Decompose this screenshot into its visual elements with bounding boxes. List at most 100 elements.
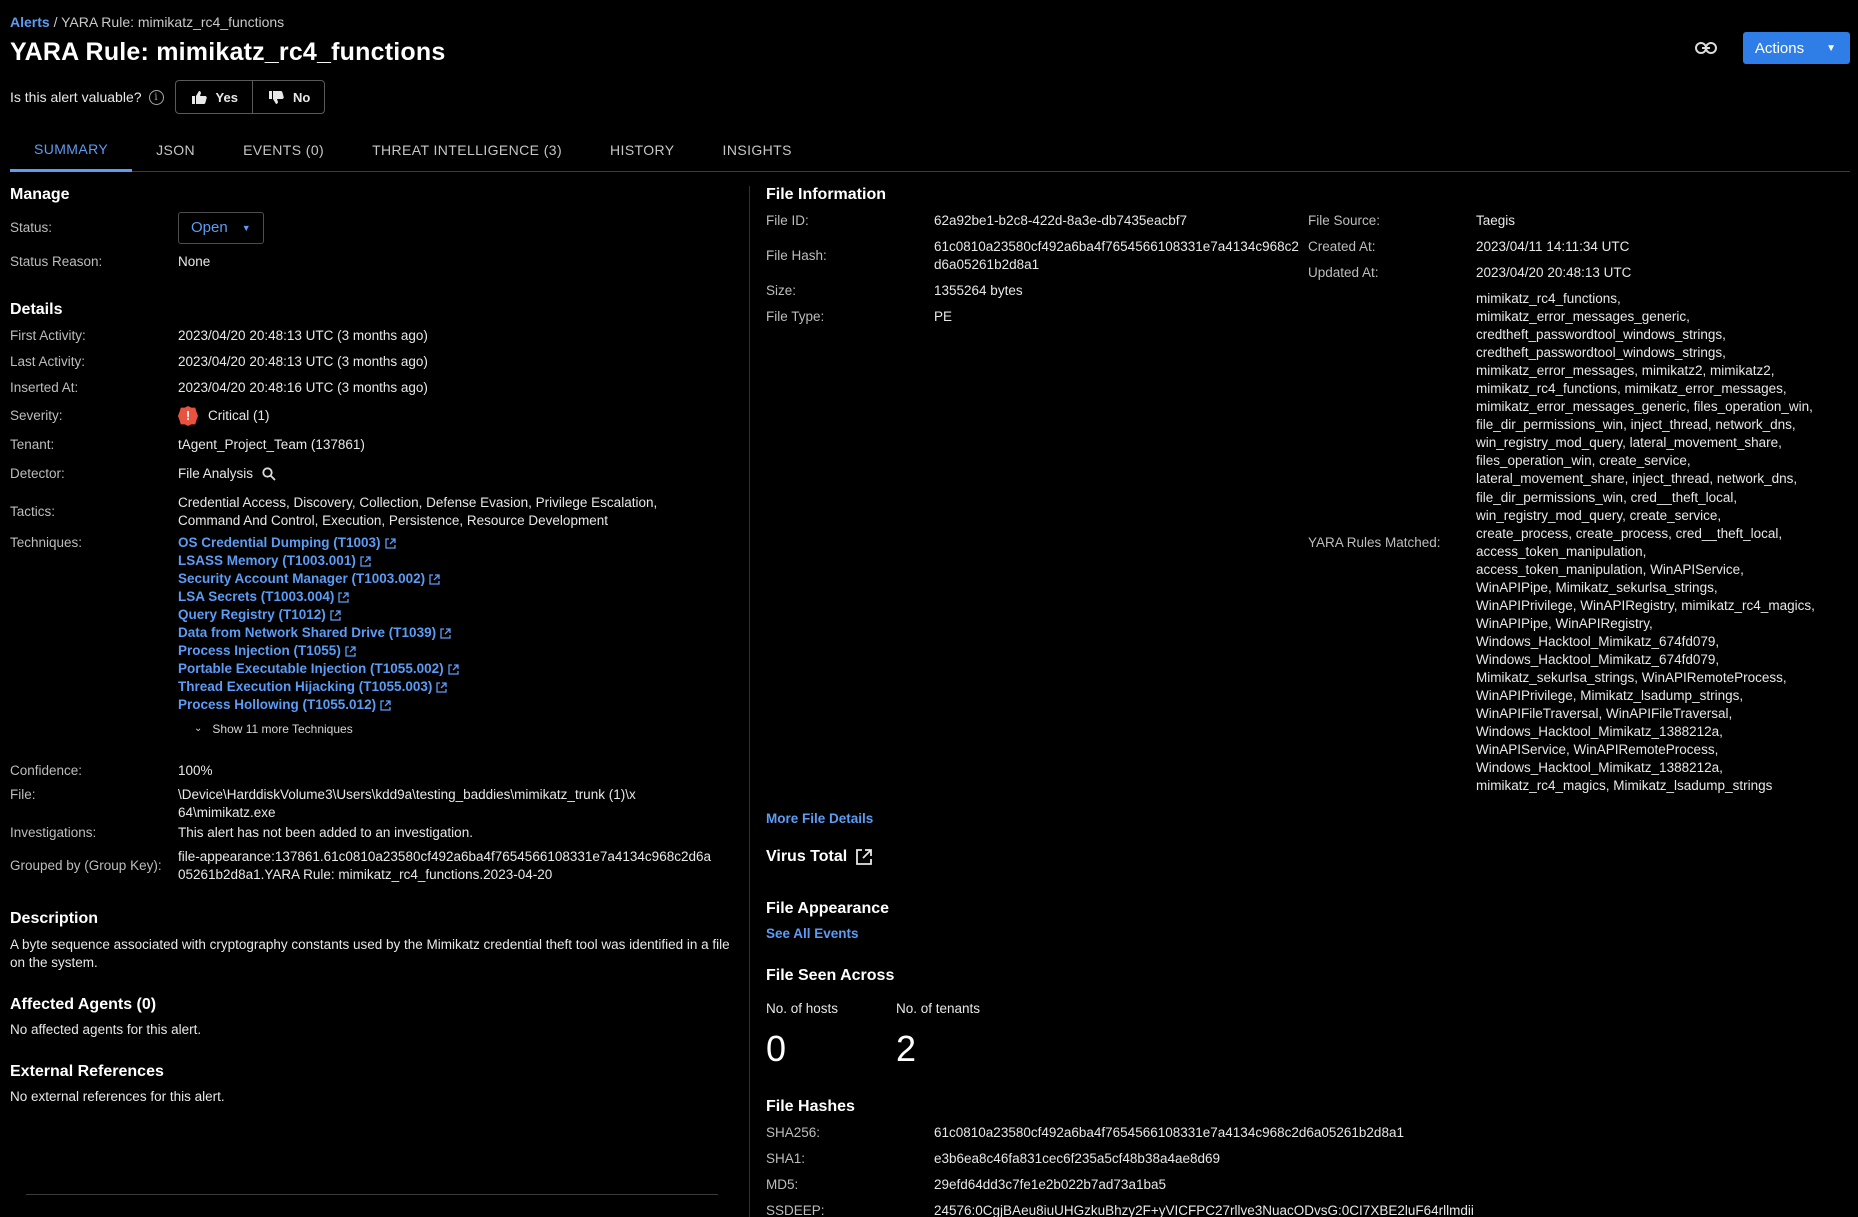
affected-agents-text: No affected agents for this alert.	[10, 1022, 202, 1037]
group-key-label: Grouped by (Group Key):	[10, 858, 162, 873]
status-row: Status: Open ▼	[10, 212, 730, 244]
more-file-details-link[interactable]: More File Details	[766, 811, 1850, 826]
tab-summary[interactable]: SUMMARY	[10, 128, 133, 172]
created-at-row: Created At: 2023/04/11 14:11:34 UTC	[1308, 238, 1850, 256]
hosts-stat: No. of hosts 0	[766, 1001, 896, 1070]
thumbs-up-icon	[191, 90, 207, 104]
virus-total-link[interactable]: Virus Total	[766, 848, 1850, 866]
show-more-label: Show 11 more Techniques	[212, 722, 353, 736]
tenant-label: Tenant:	[10, 437, 55, 452]
technique-link[interactable]: Data from Network Shared Drive (T1039)	[178, 624, 459, 642]
no-button[interactable]: No	[251, 81, 324, 113]
yara-rules-row: YARA Rules Matched: mimikatz_rc4_functio…	[1308, 290, 1850, 795]
technique-label: LSA Secrets (T1003.004)	[178, 589, 335, 604]
hosts-count: 0	[766, 1028, 787, 1070]
status-reason-value: None	[178, 254, 211, 269]
updated-at-label: Updated At:	[1308, 265, 1379, 280]
link-icon[interactable]	[1693, 35, 1719, 61]
size-row: Size: 1355264 bytes	[766, 282, 1308, 300]
investigations-value: This alert has not been added to an inve…	[178, 825, 473, 840]
file-source-row: File Source: Taegis	[1308, 212, 1850, 230]
see-all-events-link[interactable]: See All Events	[766, 926, 1850, 941]
external-link-icon	[447, 663, 459, 675]
file-source-value: Taegis	[1476, 213, 1516, 228]
technique-link[interactable]: OS Credential Dumping (T1003)	[178, 534, 459, 552]
section-divider	[26, 1194, 718, 1195]
tab-json[interactable]: JSON	[132, 128, 219, 172]
search-icon[interactable]	[262, 467, 276, 481]
hosts-label: No. of hosts	[766, 1001, 839, 1017]
updated-at-value: 2023/04/20 20:48:13 UTC	[1476, 265, 1632, 280]
detector-value: File Analysis	[178, 465, 276, 483]
file-information-grid: File ID: 62a92be1-b2c8-422d-8a3e-db7435e…	[766, 212, 1850, 795]
yes-button[interactable]: Yes	[176, 81, 252, 113]
status-select[interactable]: Open ▼	[178, 212, 264, 244]
description-text: A byte sequence associated with cryptogr…	[10, 937, 730, 970]
technique-label: Process Hollowing (T1055.012)	[178, 697, 377, 712]
confidence-value: 100%	[178, 763, 213, 778]
techniques-label: Techniques:	[10, 535, 83, 550]
breadcrumb-current: YARA Rule: mimikatz_rc4_functions	[61, 14, 285, 30]
technique-link[interactable]: LSASS Memory (T1003.001)	[178, 552, 459, 570]
details-title: Details	[10, 301, 63, 318]
first-activity-row: First Activity: 2023/04/20 20:48:13 UTC …	[10, 327, 730, 345]
external-link-icon	[360, 555, 371, 567]
technique-link[interactable]: Process Injection (T1055)	[178, 642, 459, 660]
file-source-label: File Source:	[1308, 213, 1381, 228]
tab-threat-intelligence[interactable]: THREAT INTELLIGENCE (3)	[348, 128, 586, 172]
investigations-row: Investigations: This alert has not been …	[10, 824, 730, 842]
investigations-label: Investigations:	[10, 825, 97, 840]
sha1-label: SHA1:	[766, 1151, 806, 1167]
breadcrumb-alerts-link[interactable]: Alerts	[10, 14, 50, 30]
severity-row: Severity: ! Critical (1)	[10, 406, 730, 426]
ssdeep-value: 24576:0CgjBAeu8iuUHGzkuBhzy2F+yVICFPC27r…	[934, 1203, 1474, 1217]
actions-button-label: Actions	[1754, 39, 1805, 57]
yara-rules-label: YARA Rules Matched:	[1308, 534, 1441, 550]
chevron-down-icon: ▼	[241, 223, 251, 233]
severity-label: Severity:	[10, 408, 63, 423]
external-link-icon	[345, 645, 356, 657]
show-more-techniques-button[interactable]: ⌄ Show 11 more Techniques	[194, 720, 459, 738]
external-link-icon	[440, 627, 451, 639]
affected-agents-title: Affected Agents (0)	[10, 996, 157, 1013]
yara-rules-value: mimikatz_rc4_functions, mimikatz_error_m…	[1476, 291, 1815, 794]
file-row: File: \Device\HarddiskVolume3\Users\kdd9…	[10, 786, 730, 822]
info-icon[interactable]: i	[148, 89, 164, 105]
technique-link[interactable]: Thread Execution Hijacking (T1055.003)	[178, 678, 459, 696]
tenants-label: No. of tenants	[896, 1001, 981, 1017]
actions-button[interactable]: Actions ▼	[1742, 32, 1850, 64]
technique-link[interactable]: Portable Executable Injection (T1055.002…	[178, 660, 459, 678]
no-label: No	[292, 89, 311, 105]
group-key-row: Grouped by (Group Key): file-appearance:…	[10, 848, 730, 884]
technique-link[interactable]: Security Account Manager (T1003.002)	[178, 570, 459, 588]
virus-total-label: Virus Total	[766, 848, 848, 866]
sha256-row: SHA256: 61c0810a23580cf492a6ba4f76545661…	[766, 1124, 1850, 1142]
file-seen-stats: No. of hosts 0 No. of tenants 2	[766, 1001, 1850, 1070]
size-value: 1355264 bytes	[934, 283, 1023, 298]
tenants-stat: No. of tenants 2	[896, 1001, 980, 1070]
page-header: Alerts / YARA Rule: mimikatz_rc4_functio…	[10, 14, 1858, 67]
chevron-down-icon: ▼	[1826, 42, 1836, 54]
tab-insights[interactable]: INSIGHTS	[699, 128, 816, 172]
last-activity-label: Last Activity:	[10, 354, 86, 369]
file-value: \Device\HarddiskVolume3\Users\kdd9a\test…	[178, 787, 636, 820]
technique-link[interactable]: LSA Secrets (T1003.004)	[178, 588, 459, 606]
file-hashes-title: File Hashes	[766, 1098, 855, 1116]
technique-label: Query Registry (T1012)	[178, 607, 326, 622]
external-references-title: External References	[10, 1063, 164, 1080]
sha1-row: SHA1: e3b6ea8c46fa831cec6f235a5cf48b38a4…	[766, 1150, 1850, 1168]
file-info-left: File ID: 62a92be1-b2c8-422d-8a3e-db7435e…	[766, 212, 1308, 795]
severity-value: ! Critical (1)	[178, 406, 270, 426]
technique-label: Thread Execution Hijacking (T1055.003)	[178, 679, 433, 694]
file-hash-value: 61c0810a23580cf492a6ba4f7654566108331e7a…	[934, 239, 1299, 272]
technique-label: Data from Network Shared Drive (T1039)	[178, 625, 437, 640]
external-link-icon	[330, 609, 341, 621]
tab-events[interactable]: EVENTS (0)	[219, 128, 348, 172]
technique-label: OS Credential Dumping (T1003)	[178, 535, 381, 550]
technique-link[interactable]: Process Hollowing (T1055.012)	[178, 696, 459, 714]
tab-history[interactable]: HISTORY	[586, 128, 699, 172]
breadcrumb-separator: /	[49, 14, 62, 30]
technique-link[interactable]: Query Registry (T1012)	[178, 606, 459, 624]
left-panel: Manage Status: Open ▼ Status Reason: Non…	[10, 186, 730, 1104]
column-divider	[749, 186, 750, 1217]
